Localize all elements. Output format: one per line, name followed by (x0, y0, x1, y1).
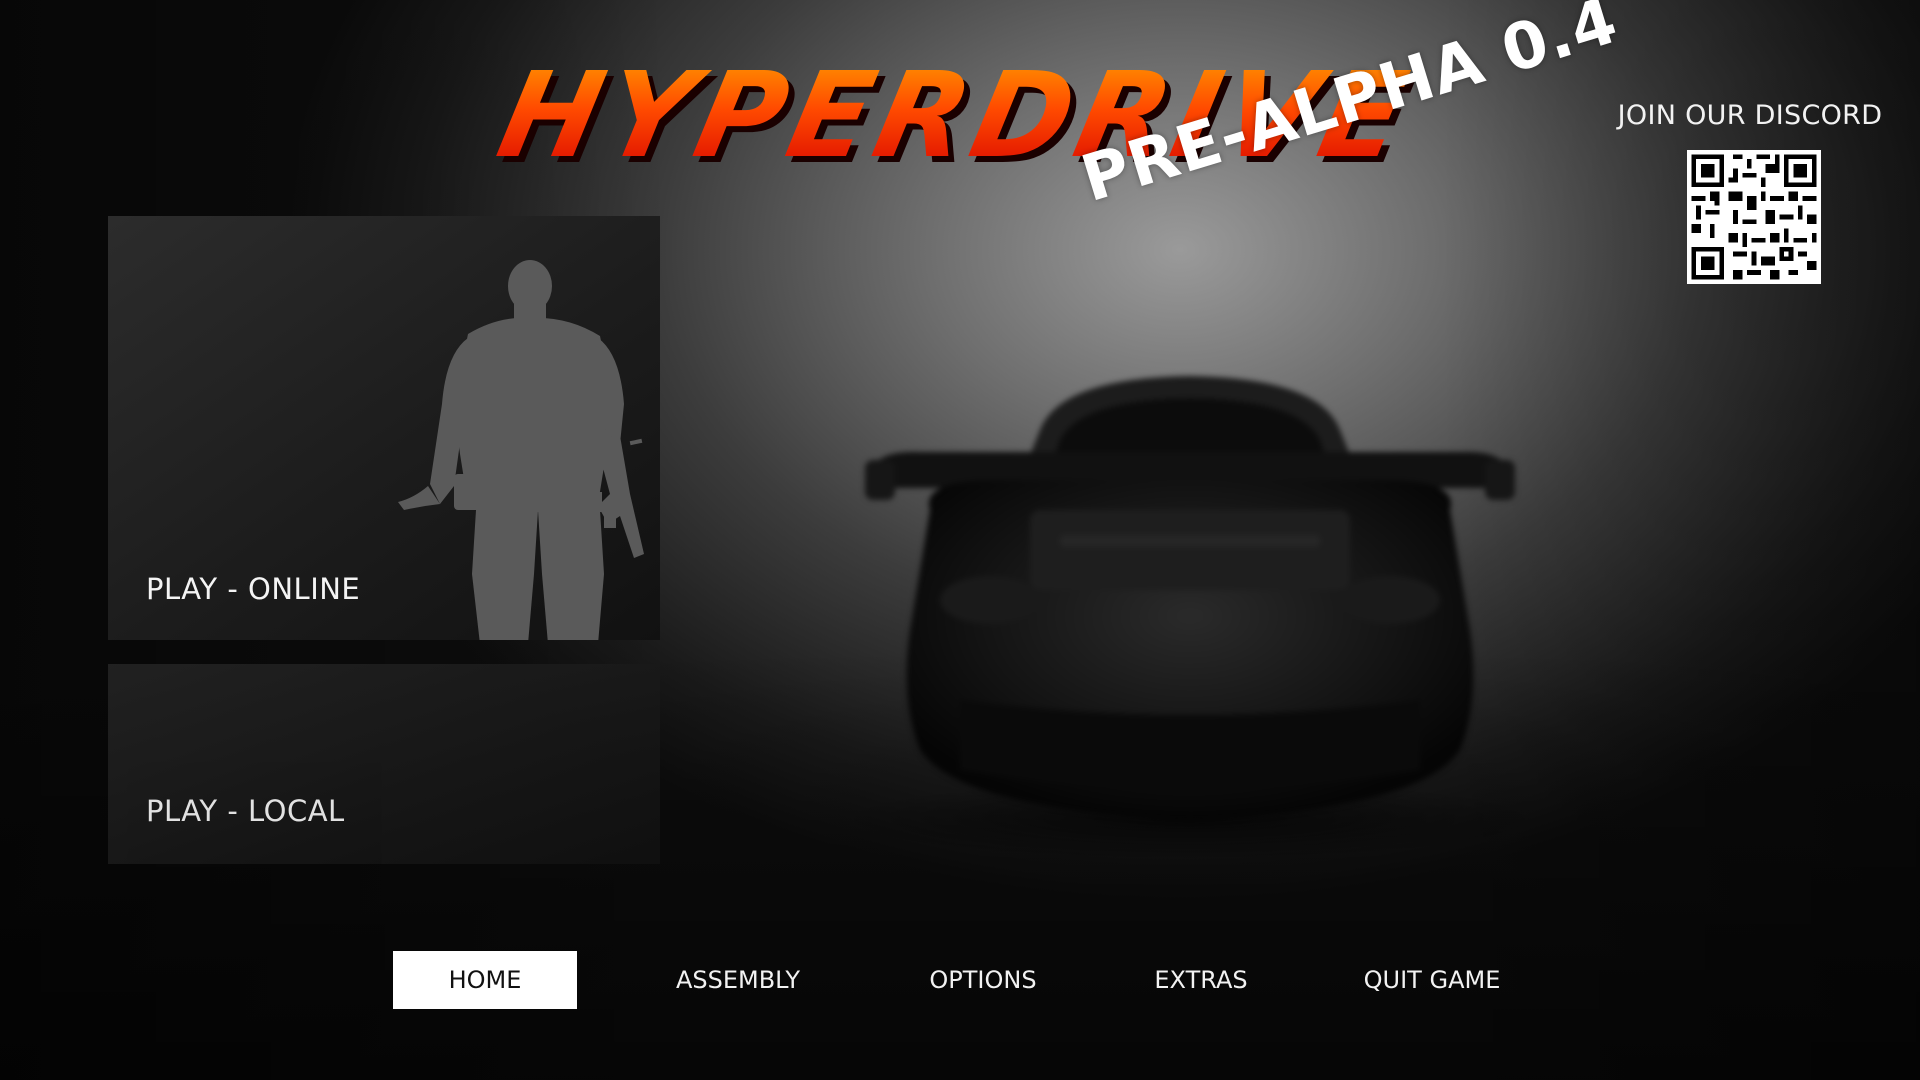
car-silhouette-icon (865, 376, 1515, 820)
bottom-nav: HOME ASSEMBLY OPTIONS EXTRAS QUIT GAME (0, 951, 1920, 1011)
nav-quit-game[interactable]: QUIT GAME (1352, 951, 1512, 1009)
qr-code-icon[interactable] (1687, 150, 1821, 284)
soldier-silhouette-icon (398, 260, 644, 640)
play-local-card[interactable]: PLAY - LOCAL (108, 664, 660, 864)
discord-label: JOIN OUR DISCORD (1617, 100, 1883, 131)
nav-extras[interactable]: EXTRAS (1136, 951, 1266, 1009)
play-local-label: PLAY - LOCAL (146, 794, 345, 828)
nav-assembly[interactable]: ASSEMBLY (658, 951, 818, 1009)
nav-options[interactable]: OPTIONS (908, 951, 1058, 1009)
nav-home[interactable]: HOME (393, 951, 577, 1009)
game-logo: HYPERDRIVE HYPERDRIVE PRE-ALPHA 0.4 (350, 0, 1627, 217)
discord-panel[interactable]: JOIN OUR DISCORD (1615, 100, 1885, 284)
play-online-card[interactable]: PLAY - ONLINE (108, 216, 660, 640)
qr-code-graphic (1687, 150, 1821, 284)
play-online-label: PLAY - ONLINE (146, 572, 361, 606)
